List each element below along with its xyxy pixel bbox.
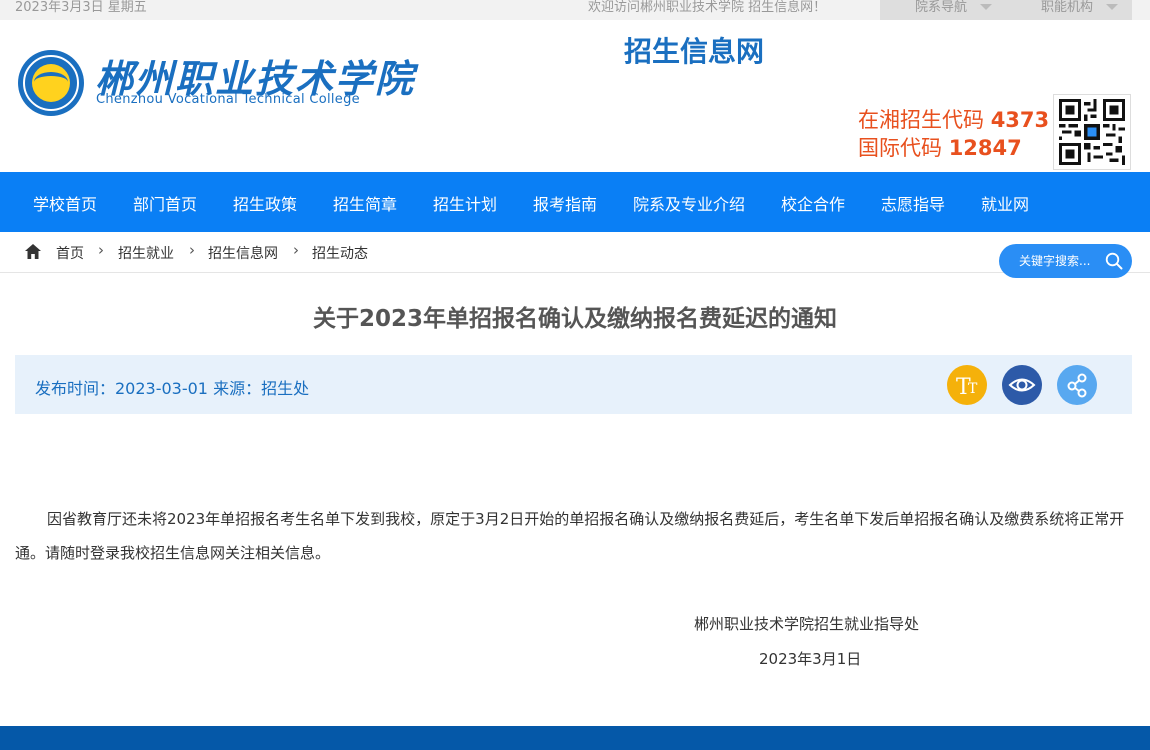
breadcrumb-info-site[interactable]: 招生信息网 bbox=[208, 243, 278, 263]
breadcrumb-news[interactable]: 招生动态 bbox=[312, 243, 368, 263]
nav-item-employment[interactable]: 就业网 bbox=[981, 191, 1029, 215]
hunan-code-label: 在湘招生代码 bbox=[858, 108, 984, 132]
caret-down-icon bbox=[1106, 4, 1118, 10]
site-title: 招生信息网 bbox=[624, 35, 765, 68]
dropdown-label: 职能机构 bbox=[1041, 0, 1094, 15]
college-name-en: Chenzhou Vocational Technical College bbox=[96, 92, 360, 107]
current-date: 2023年3月3日 星期五 bbox=[15, 0, 147, 15]
chevron-right-icon: › bbox=[189, 241, 195, 259]
qr-code-icon bbox=[1053, 94, 1131, 170]
search-box bbox=[999, 244, 1132, 278]
share-icon bbox=[1067, 373, 1087, 398]
nav-item-cooperation[interactable]: 校企合作 bbox=[781, 191, 845, 215]
font-size-icon: T T bbox=[956, 375, 978, 400]
chevron-right-icon: › bbox=[293, 241, 299, 259]
main-nav: 学校首页 部门首页 招生政策 招生简章 招生计划 报考指南 院系及专业介绍 校企… bbox=[0, 172, 1150, 232]
search-icon[interactable] bbox=[1105, 252, 1123, 270]
article-meta-bar: 发布时间：2023-03-01 来源：招生处 T T bbox=[15, 355, 1132, 414]
college-emblem-logo[interactable] bbox=[18, 50, 84, 116]
welcome-text: 欢迎访问郴州职业技术学院 招生信息网！ bbox=[588, 0, 827, 15]
functional-org-dropdown[interactable]: 职能机构 bbox=[1006, 0, 1132, 20]
signature-org: 郴州职业技术学院招生就业指导处 bbox=[694, 615, 920, 633]
intl-code-label: 国际代码 bbox=[858, 136, 942, 160]
eye-icon bbox=[1008, 378, 1036, 392]
publish-info: 发布时间：2023-03-01 来源：招生处 bbox=[35, 379, 310, 398]
nav-item-guide[interactable]: 报考指南 bbox=[533, 191, 597, 215]
nav-item-plan[interactable]: 招生计划 bbox=[433, 191, 497, 215]
hunan-code-value: 4373 bbox=[990, 108, 1050, 132]
nav-item-departments[interactable]: 院系及专业介绍 bbox=[633, 191, 745, 215]
hunan-code-row: 在湘招生代码 4373 bbox=[858, 106, 1049, 134]
signature-date: 2023年3月1日 bbox=[759, 650, 862, 668]
article-title: 关于2023年单招报名确认及缴纳报名费延迟的通知 bbox=[312, 306, 837, 332]
font-size-button[interactable]: T T bbox=[947, 365, 987, 405]
admission-codes: 在湘招生代码 4373 国际代码 12847 bbox=[858, 106, 1049, 162]
article-signature-block: 郴州职业技术学院招生就业指导处 2023年3月1日 bbox=[694, 607, 919, 677]
article-body: 因省教育厅还未将2023年单招报名考生名单下发到我校，原定于3月2日开始的单招报… bbox=[15, 510, 1125, 562]
breadcrumb: 首页 › 招生就业 › 招生信息网 › 招生动态 bbox=[0, 232, 1150, 273]
dropdown-label: 院系导航 bbox=[915, 0, 968, 15]
chevron-right-icon: › bbox=[98, 241, 104, 259]
top-bar: 2023年3月3日 星期五 欢迎访问郴州职业技术学院 招生信息网！ 院系导航 职… bbox=[0, 0, 1150, 20]
search-input[interactable] bbox=[1019, 253, 1103, 269]
share-button[interactable] bbox=[1057, 365, 1097, 405]
caret-down-icon bbox=[980, 4, 992, 10]
breadcrumb-enrollment[interactable]: 招生就业 bbox=[118, 243, 174, 263]
eye-care-button[interactable] bbox=[1002, 365, 1042, 405]
footer-bar bbox=[0, 726, 1150, 750]
department-nav-dropdown[interactable]: 院系导航 bbox=[880, 0, 1006, 20]
breadcrumb-home[interactable]: 首页 bbox=[56, 243, 84, 263]
emblem-swoosh bbox=[34, 72, 68, 92]
nav-item-dept-home[interactable]: 部门首页 bbox=[133, 191, 197, 215]
svg-text:T: T bbox=[968, 381, 978, 397]
home-icon[interactable] bbox=[25, 244, 41, 259]
intl-code-value: 12847 bbox=[948, 136, 1022, 160]
nav-item-school-home[interactable]: 学校首页 bbox=[33, 191, 97, 215]
nav-item-brochure[interactable]: 招生简章 bbox=[333, 191, 397, 215]
nav-item-policy[interactable]: 招生政策 bbox=[233, 191, 297, 215]
intl-code-row: 国际代码 12847 bbox=[858, 134, 1049, 162]
nav-item-volunteer[interactable]: 志愿指导 bbox=[881, 191, 945, 215]
